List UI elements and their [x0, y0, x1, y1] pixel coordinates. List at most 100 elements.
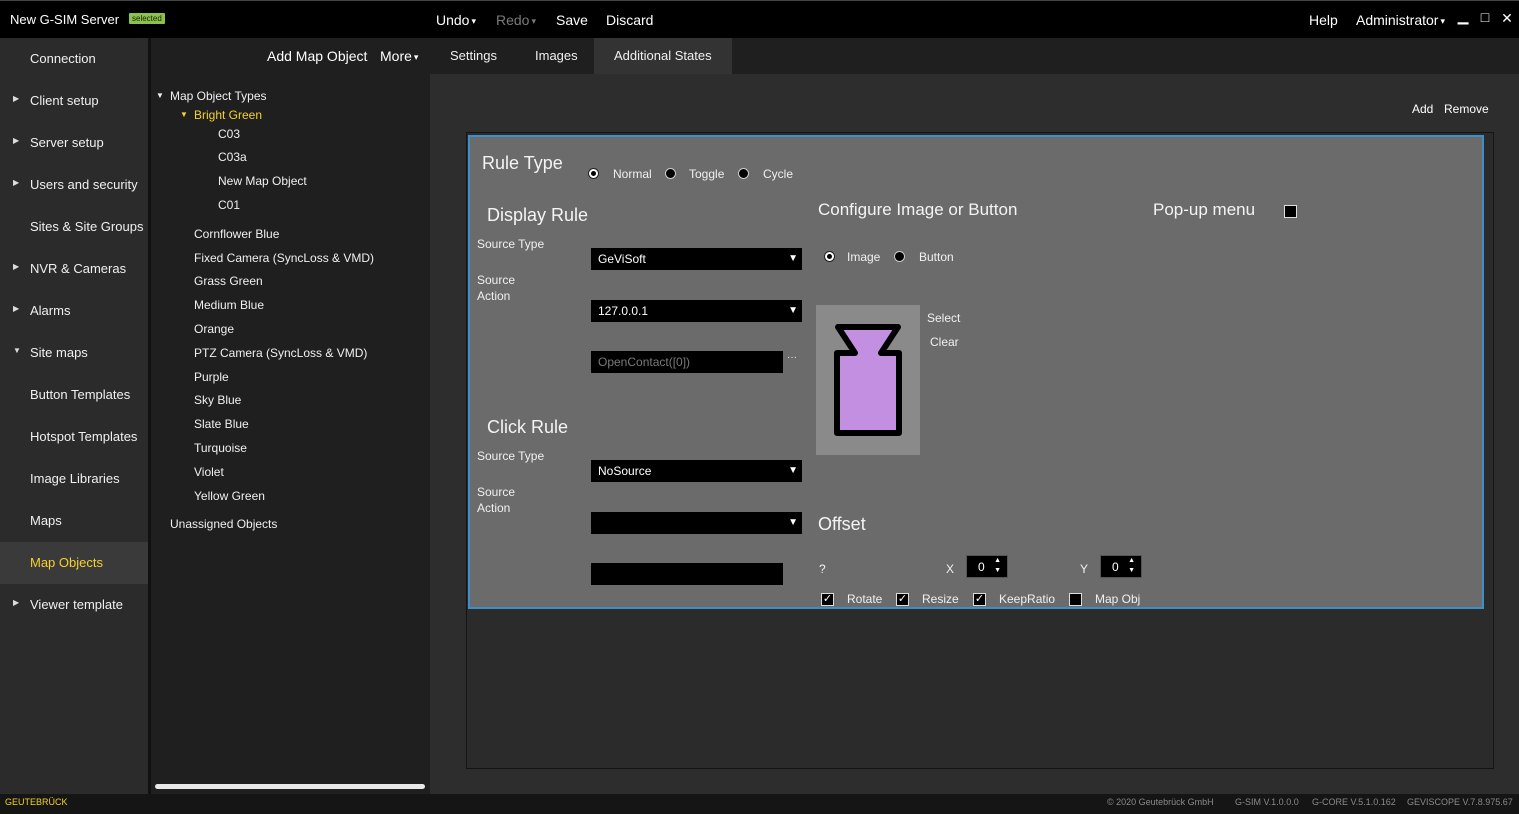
spin-up-icon[interactable]: ▲ [994, 557, 1001, 564]
horizontal-scrollbar[interactable] [155, 784, 425, 789]
discard-button[interactable]: Discard [606, 12, 653, 28]
gcore-version: G-CORE V.5.1.0.162 [1312, 797, 1396, 807]
spin-down-icon[interactable]: ▼ [1128, 567, 1135, 574]
rotate-label: Rotate [847, 592, 883, 606]
chevron-down-icon: ▾ [531, 16, 536, 26]
add-state-button[interactable]: Add [1412, 102, 1433, 116]
tree-item-child[interactable]: C03a [218, 150, 247, 164]
rule-cycle-radio[interactable] [738, 168, 749, 179]
tree-item-group[interactable]: Grass Green [194, 274, 263, 288]
tab-settings[interactable]: Settings [430, 38, 517, 74]
tree-item-bright-green[interactable]: Bright Green [194, 108, 262, 122]
nav-item-map-objects[interactable]: Map Objects [0, 542, 148, 584]
popup-menu-checkbox[interactable] [1284, 205, 1297, 218]
tree-item-group[interactable]: PTZ Camera (SyncLoss & VMD) [194, 346, 367, 360]
click-rule-title: Click Rule [487, 417, 569, 437]
expand-arrow-icon[interactable]: ▶ [13, 262, 19, 271]
nav-item-users-and-security[interactable]: ▶ Users and security [0, 164, 148, 206]
display-action-field[interactable]: OpenContact([0]) [591, 351, 783, 373]
rotate-checkbox[interactable]: ✓ [821, 593, 834, 606]
select-image-button[interactable]: Select [927, 311, 960, 325]
rule-normal-radio[interactable] [588, 168, 599, 179]
collapse-arrow-icon[interactable]: ▼ [156, 91, 164, 100]
main-content: Settings Images Additional States Add Re… [430, 38, 1519, 794]
tree-item-group[interactable]: Turquoise [194, 441, 247, 455]
collapse-arrow-icon[interactable]: ▼ [180, 110, 188, 119]
display-source-action-value: 127.0.0.1 [598, 304, 649, 318]
nav-item-connection[interactable]: Connection [0, 38, 148, 80]
expand-arrow-icon[interactable]: ▶ [13, 178, 19, 187]
keep-ratio-checkbox[interactable]: ✓ [973, 593, 986, 606]
tree-item-group[interactable]: Orange [194, 322, 234, 336]
tree-item-group[interactable]: Slate Blue [194, 417, 249, 431]
maximize-icon[interactable]: □ [1477, 9, 1493, 25]
nav-item-client-setup[interactable]: ▶ Client setup [0, 80, 148, 122]
geviscope-version: GEVISCOPE V.7.8.975.67 [1407, 797, 1513, 807]
nav-item-sites[interactable]: Sites & Site Groups [0, 206, 148, 248]
nav-item-button-templates[interactable]: Button Templates [0, 374, 148, 416]
click-action-field[interactable] [591, 563, 783, 585]
rule-toggle-radio[interactable] [665, 168, 676, 179]
save-button[interactable]: Save [556, 12, 588, 28]
expand-arrow-icon[interactable]: ▶ [13, 136, 19, 145]
tree-item-group[interactable]: Fixed Camera (SyncLoss & VMD) [194, 251, 374, 265]
tab-bar: Settings Images Additional States [430, 38, 1519, 74]
tree-item-child[interactable]: New Map Object [218, 174, 307, 188]
display-source-type-select[interactable]: GeViSoft ▼ [591, 248, 802, 270]
redo-button[interactable]: Redo ▾ [496, 12, 536, 28]
more-menu-button[interactable]: More ▾ [380, 48, 418, 64]
offset-y-spinner[interactable]: 0 ▲ ▼ [1100, 555, 1142, 578]
tree-item-group[interactable]: Cornflower Blue [194, 227, 279, 241]
click-source-action-select[interactable]: ▼ [591, 512, 802, 534]
nav-item-site-maps[interactable]: ▼ Site maps [0, 332, 148, 374]
collapse-arrow-icon[interactable]: ▼ [13, 346, 21, 355]
offset-help-icon[interactable]: ? [819, 562, 826, 576]
minimize-icon[interactable]: ▁ [1455, 8, 1471, 25]
resize-checkbox[interactable]: ✓ [896, 593, 909, 606]
nav-item-server-setup[interactable]: ▶ Server setup [0, 122, 148, 164]
tree-item-root[interactable]: Map Object Types [170, 89, 267, 103]
expand-arrow-icon[interactable]: ▶ [13, 598, 19, 607]
display-source-label: Source [477, 273, 516, 287]
offset-x-label: X [946, 562, 955, 576]
tree-item-group[interactable]: Purple [194, 370, 229, 384]
offset-x-spinner[interactable]: 0 ▲ ▼ [966, 555, 1008, 578]
spin-down-icon[interactable]: ▼ [994, 567, 1001, 574]
nav-item-viewer-template[interactable]: ▶ Viewer template [0, 584, 148, 626]
nav-item-image-libraries[interactable]: Image Libraries [0, 458, 148, 500]
image-radio[interactable] [824, 251, 835, 262]
tree-item-group[interactable]: Yellow Green [194, 489, 265, 503]
nav-item-nvr-cameras[interactable]: ▶ NVR & Cameras [0, 248, 148, 290]
expand-arrow-icon[interactable]: ▶ [13, 94, 19, 103]
states-list: Rule Type Normal Toggle Cycle Display Ru… [466, 132, 1494, 769]
click-source-type-select[interactable]: NoSource ▼ [591, 460, 802, 482]
display-source-action-select[interactable]: 127.0.0.1 ▼ [591, 300, 802, 322]
tree-item-group[interactable]: Violet [194, 465, 224, 479]
tree-item-child[interactable]: C03 [218, 127, 240, 141]
map-object-checkbox[interactable] [1069, 593, 1082, 606]
remove-state-button[interactable]: Remove [1444, 102, 1489, 116]
tab-images[interactable]: Images [515, 38, 598, 74]
action-editor-button[interactable]: ··· [787, 352, 797, 363]
tab-additional-states[interactable]: Additional States [594, 38, 732, 74]
help-button[interactable]: Help [1309, 12, 1338, 28]
user-menu-button[interactable]: Administrator ▾ [1356, 12, 1445, 28]
tree-item-unassigned[interactable]: Unassigned Objects [170, 517, 277, 531]
nav-item-hotspot-templates[interactable]: Hotspot Templates [0, 416, 148, 458]
tree-item-group[interactable]: Medium Blue [194, 298, 264, 312]
close-icon[interactable]: ✕ [1499, 10, 1515, 27]
button-radio[interactable] [894, 251, 905, 262]
state-image-preview[interactable] [816, 305, 920, 455]
tree-item-group[interactable]: Sky Blue [194, 393, 241, 407]
clear-image-button[interactable]: Clear [930, 335, 959, 349]
nav-item-maps[interactable]: Maps [0, 500, 148, 542]
spin-up-icon[interactable]: ▲ [1128, 557, 1135, 564]
undo-button[interactable]: Undo ▾ [436, 12, 476, 28]
expand-arrow-icon[interactable]: ▶ [13, 304, 19, 313]
state-card[interactable]: Rule Type Normal Toggle Cycle Display Ru… [468, 135, 1484, 609]
user-name: Administrator [1356, 12, 1439, 28]
tree-item-child[interactable]: C01 [218, 198, 240, 212]
add-map-object-button[interactable]: Add Map Object [267, 48, 367, 64]
button-option-label: Button [919, 250, 954, 264]
nav-item-alarms[interactable]: ▶ Alarms [0, 290, 148, 332]
